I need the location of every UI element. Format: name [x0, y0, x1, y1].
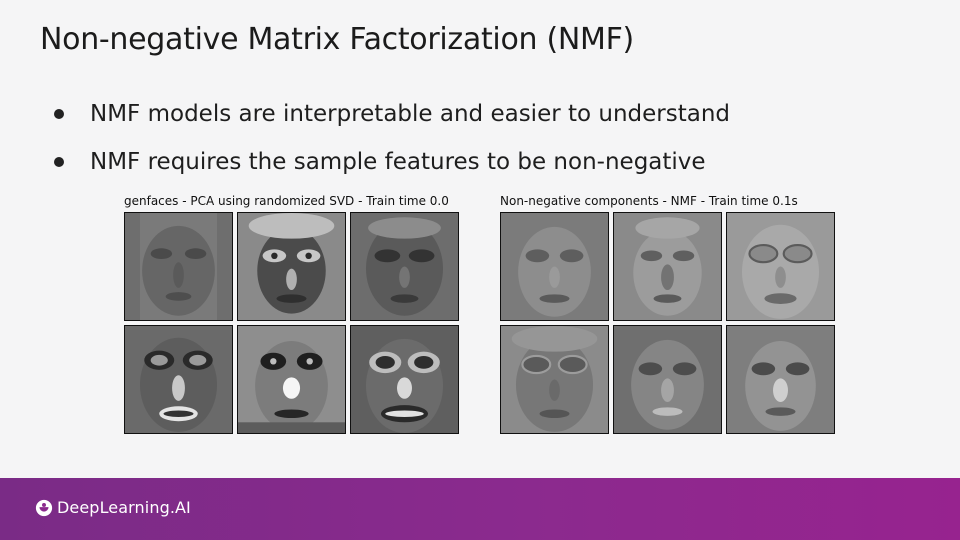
- pca-face-image: [350, 212, 459, 321]
- nmf-face-image: [500, 325, 609, 434]
- footer-bar: DeepLearning.AI: [0, 478, 960, 540]
- nmf-face-image: [726, 325, 835, 434]
- bullet-text: NMF requires the sample features to be n…: [90, 149, 706, 175]
- bullet-dot-icon: [54, 157, 64, 167]
- pca-face-image: [237, 325, 346, 434]
- nmf-face-image: [500, 212, 609, 321]
- nmf-components-figure: Non-negative components - NMF - Train ti…: [500, 192, 840, 434]
- nmf-figure-caption: Non-negative components - NMF - Train ti…: [500, 194, 798, 208]
- bullet-item: NMF models are interpretable and easier …: [52, 96, 730, 144]
- pca-figure-caption: genfaces - PCA using randomized SVD - Tr…: [124, 194, 449, 208]
- deeplearning-ai-logo-icon: [35, 499, 53, 516]
- pca-face-image: [350, 325, 459, 434]
- nmf-face-image: [726, 212, 835, 321]
- pca-face-image: [124, 212, 233, 321]
- bullet-list: NMF models are interpretable and easier …: [52, 96, 730, 192]
- bullet-dot-icon: [54, 109, 64, 119]
- pca-face-grid: [124, 212, 464, 434]
- bullet-text: NMF models are interpretable and easier …: [90, 101, 731, 127]
- nmf-face-image: [613, 325, 722, 434]
- slide-title: Non-negative Matrix Factorization (NMF): [40, 22, 634, 57]
- nmf-face-grid: [500, 212, 840, 434]
- brand-name: DeepLearning.AI: [57, 498, 191, 517]
- brand-logo: DeepLearning.AI: [35, 498, 191, 517]
- bullet-item: NMF requires the sample features to be n…: [52, 144, 730, 192]
- pca-face-image: [237, 212, 346, 321]
- nmf-face-image: [613, 212, 722, 321]
- pca-eigenfaces-figure: genfaces - PCA using randomized SVD - Tr…: [124, 192, 464, 434]
- pca-face-image: [124, 325, 233, 434]
